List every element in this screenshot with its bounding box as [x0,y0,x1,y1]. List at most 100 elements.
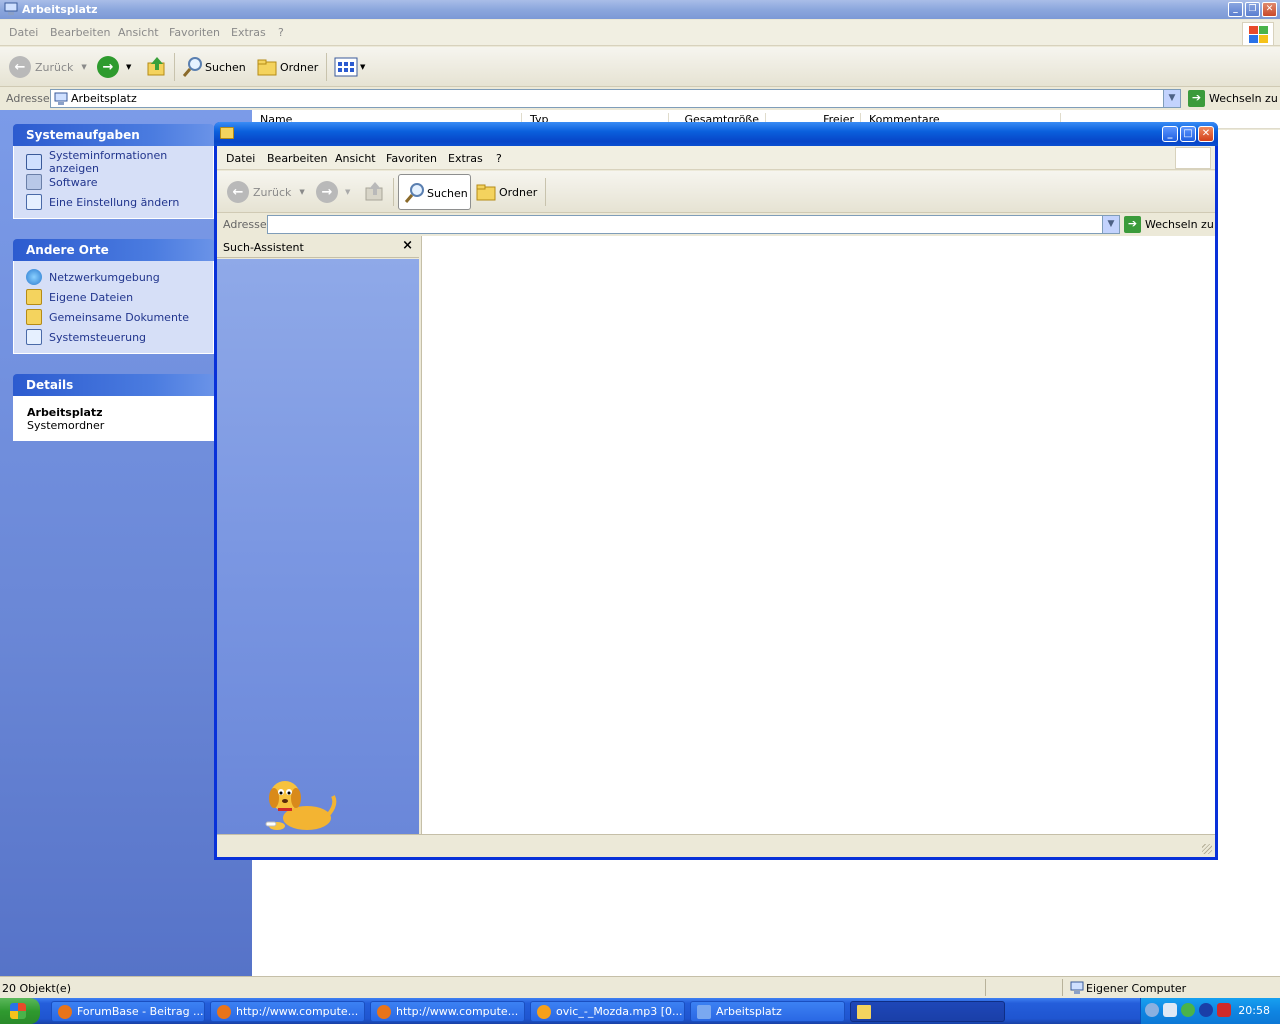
clock[interactable]: 20:58 [1238,1004,1270,1017]
address-label: Adresse [223,218,267,231]
search-button[interactable]: Suchen [181,56,246,78]
menu-help[interactable]: ? [278,26,284,39]
chevron-down-icon: ▼ [299,188,305,196]
search-icon [404,183,424,203]
details-type: Systemordner [27,419,105,432]
forward-button[interactable]: → ▼ [316,181,350,203]
details-panel: Details Arbeitsplatz Systemordner [13,374,214,441]
my-documents-icon [26,289,42,305]
tray-expand-icon[interactable] [1145,1003,1159,1017]
menu-extras[interactable]: Extras [231,26,266,39]
menu-bar: Datei Bearbeiten Ansicht Favoriten Extra… [217,146,1215,170]
messenger-icon[interactable] [1181,1003,1195,1017]
panel-header[interactable]: Andere Orte [13,239,214,261]
resize-grip[interactable] [1202,844,1212,854]
close-button[interactable]: ✕ [1262,2,1277,17]
system-info-icon [26,154,42,170]
menu-bearbeiten[interactable]: Bearbeiten [50,26,110,39]
forward-arrow-icon: → [316,181,338,203]
chevron-down-icon: ▼ [81,63,87,71]
taskbar-item[interactable]: http://www.compute... [370,1001,525,1022]
back-button[interactable]: ← Zurück ▼ [9,56,87,78]
minimize-button[interactable]: _ [1162,126,1178,142]
menu-datei[interactable]: Datei [9,26,38,39]
start-button[interactable] [0,998,40,1024]
search-window: _ □ ✕ Datei Bearbeiten Ansicht Favoriten… [214,122,1218,860]
menu-ansicht[interactable]: Ansicht [335,152,376,165]
chevron-down-icon: ▼ [126,63,132,71]
go-button[interactable]: ➔ Wechseln zu [1124,216,1214,233]
views-button[interactable]: ▼ [334,56,365,78]
folder-icon [220,127,234,139]
search-button[interactable]: Suchen [398,174,471,210]
place-link-my-documents[interactable]: Eigene Dateien [26,287,213,307]
control-panel-icon [26,329,42,345]
minimize-button[interactable]: _ [1228,2,1243,17]
back-button[interactable]: ← Zurück ▼ [227,181,305,203]
close-button[interactable]: ✕ [1198,126,1214,142]
toolbar-separator [545,178,546,206]
standard-toolbar: ← Zurück ▼ → ▼ Suchen Ordner ▼ [0,47,1280,87]
panel-header[interactable]: Systemaufgaben [13,124,214,146]
antivirus-icon[interactable] [1217,1003,1231,1017]
place-link-network[interactable]: Netzwerkumgebung [26,267,213,287]
taskbar: ForumBase - Beitrag ... http://www.compu… [0,998,1280,1024]
firefox-icon [58,1004,72,1019]
up-button[interactable] [146,55,168,77]
menu-bearbeiten[interactable]: Bearbeiten [267,152,327,165]
computer-icon [1070,981,1084,994]
up-button[interactable] [364,180,386,202]
panel-header[interactable]: Details [13,374,214,396]
status-object-count: 20 Objekt(e) [2,982,71,995]
menu-extras[interactable]: Extras [448,152,483,165]
close-icon[interactable]: × [402,238,413,253]
taskbar-item[interactable]: http://www.compute... [210,1001,365,1022]
search-pane-header: Such-Assistent × [217,236,419,258]
taskbar-item[interactable]: ForumBase - Beitrag ... [51,1001,205,1022]
place-link-shared-documents[interactable]: Gemeinsame Dokumente [26,307,213,327]
menu-ansicht[interactable]: Ansicht [118,26,159,39]
toolbar-separator [393,178,394,206]
menu-help[interactable]: ? [496,152,502,165]
other-places-panel: Andere Orte Netzwerkumgebung Eigene Date… [13,239,214,354]
go-button[interactable]: ➔ Wechseln zu [1188,90,1278,107]
address-bar: Adresse ▼ ➔ Wechseln zu [217,213,1215,237]
shared-folder-icon [26,309,42,325]
task-link-system-info[interactable]: Systeminformationen anzeigen [26,149,213,175]
system-tasks-panel: Systemaufgaben Systeminformationen anzei… [13,124,214,219]
address-input[interactable]: ▼ [267,215,1120,234]
menu-datei[interactable]: Datei [226,152,255,165]
media-player-icon [537,1004,551,1019]
brand-logo-icon [1175,147,1211,169]
title-bar[interactable]: Arbeitsplatz _ ❐ ✕ [0,0,1280,19]
taskbar-item[interactable]: ovic_-_Mozda.mp3 [0... [530,1001,685,1022]
folder-icon [257,59,277,76]
taskbar-item[interactable]: Arbeitsplatz [690,1001,845,1022]
maximize-button[interactable]: □ [1180,126,1196,142]
menu-favoriten[interactable]: Favoriten [169,26,220,39]
forward-button[interactable]: → ▼ [97,56,131,78]
computer-icon [54,92,68,105]
network-icon[interactable] [1163,1003,1177,1017]
task-link-change-setting[interactable]: Eine Einstellung ändern [26,192,213,212]
search-pane-title: Such-Assistent [223,241,304,254]
restore-button[interactable]: ❐ [1245,2,1260,17]
computer-icon [697,1004,711,1019]
place-link-control-panel[interactable]: Systemsteuerung [26,327,213,347]
back-arrow-icon: ← [227,181,249,203]
taskbar-item-active[interactable] [850,1001,1005,1022]
menu-favoriten[interactable]: Favoriten [386,152,437,165]
folders-button[interactable]: Ordner [256,56,318,78]
address-dropdown-button[interactable]: ▼ [1163,90,1180,107]
folder-icon [476,184,496,201]
search-icon [182,57,202,77]
task-link-software[interactable]: Software [26,172,213,192]
bluetooth-icon[interactable] [1199,1003,1213,1017]
address-input[interactable]: Arbeitsplatz ▼ [50,89,1181,108]
address-dropdown-button[interactable]: ▼ [1102,216,1119,233]
address-label: Adresse [6,92,50,105]
title-bar[interactable]: _ □ ✕ [214,122,1218,146]
details-name: Arbeitsplatz [27,406,103,419]
search-results-area[interactable] [421,236,1215,834]
folders-button[interactable]: Ordner [475,181,537,203]
